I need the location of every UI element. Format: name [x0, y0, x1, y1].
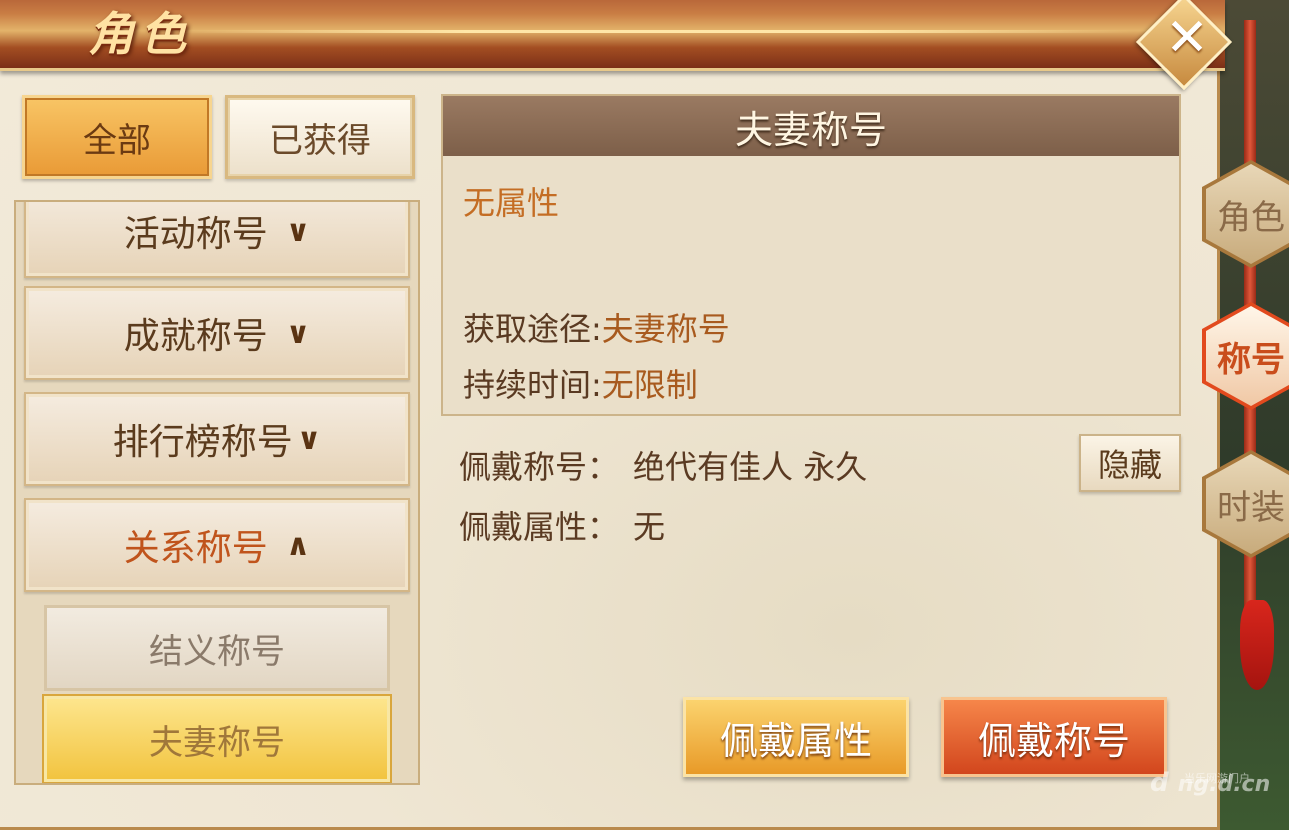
category-ranking-titles[interactable]: 排行榜称号 ∨: [24, 392, 410, 486]
duration-value: 无限制: [601, 366, 698, 404]
close-icon[interactable]: ✕: [1160, 8, 1214, 68]
chevron-down-icon: ∨: [285, 315, 311, 351]
watermark-logo: d ng.d.cn: [1150, 768, 1270, 798]
attribute-text: 无属性: [463, 184, 560, 222]
filter-owned-button[interactable]: 已获得: [225, 95, 415, 179]
window-title: 角色: [88, 7, 192, 61]
category-list[interactable]: 活动称号 ∨ 成就称号 ∨ 排行榜称号 ∨ 关系称号 ∧ 结义称号 夫妻称号: [14, 200, 420, 785]
tassel-decoration: [1240, 600, 1274, 690]
category-achievement-titles[interactable]: 成就称号 ∨: [24, 286, 410, 380]
chevron-up-icon: ∧: [285, 527, 311, 563]
duration-label: 持续时间:: [463, 366, 602, 404]
wearing-title-value: 绝代有佳人 永久: [633, 448, 868, 486]
wearing-title-label: 佩戴称号：: [459, 448, 620, 486]
wear-attribute-button[interactable]: 佩戴属性: [683, 697, 909, 777]
hide-button[interactable]: 隐藏: [1079, 434, 1181, 492]
chevron-down-icon: ∨: [285, 213, 311, 249]
watermark-logo-glyph: d: [1150, 768, 1169, 798]
wear-title-button[interactable]: 佩戴称号: [941, 697, 1167, 777]
category-event-titles[interactable]: 活动称号 ∨: [24, 202, 410, 278]
source-line: 获取途径:夫妻称号: [463, 304, 730, 350]
wearing-attr-label: 佩戴属性：: [459, 508, 620, 546]
wearing-attr-value: 无: [633, 508, 666, 546]
duration-line: 持续时间:无限制: [463, 360, 698, 406]
subcategory-sworn-titles[interactable]: 结义称号: [44, 605, 390, 691]
category-label: 排行榜称号: [112, 422, 293, 463]
wearing-title-line: 佩戴称号： 绝代有佳人 永久: [459, 442, 867, 488]
source-label: 获取途径:: [463, 310, 602, 348]
source-value: 夫妻称号: [601, 310, 730, 348]
title-detail-box: 夫妻称号 无属性 获取途径:夫妻称号 持续时间:无限制: [441, 94, 1181, 416]
chevron-down-icon: ∨: [296, 421, 322, 457]
category-label: 活动称号: [123, 214, 268, 255]
category-label: 成就称号: [123, 316, 268, 357]
detail-header: 夫妻称号: [443, 96, 1179, 156]
category-relationship-titles[interactable]: 关系称号 ∧: [24, 498, 410, 592]
subcategory-couple-titles[interactable]: 夫妻称号: [44, 696, 390, 782]
title-bar: 角色: [0, 0, 1225, 71]
watermark-site: ng.d.cn: [1177, 772, 1271, 797]
filter-all-button[interactable]: 全部: [22, 95, 212, 179]
category-label: 关系称号: [123, 528, 268, 569]
wearing-attr-line: 佩戴属性： 无: [459, 502, 665, 548]
